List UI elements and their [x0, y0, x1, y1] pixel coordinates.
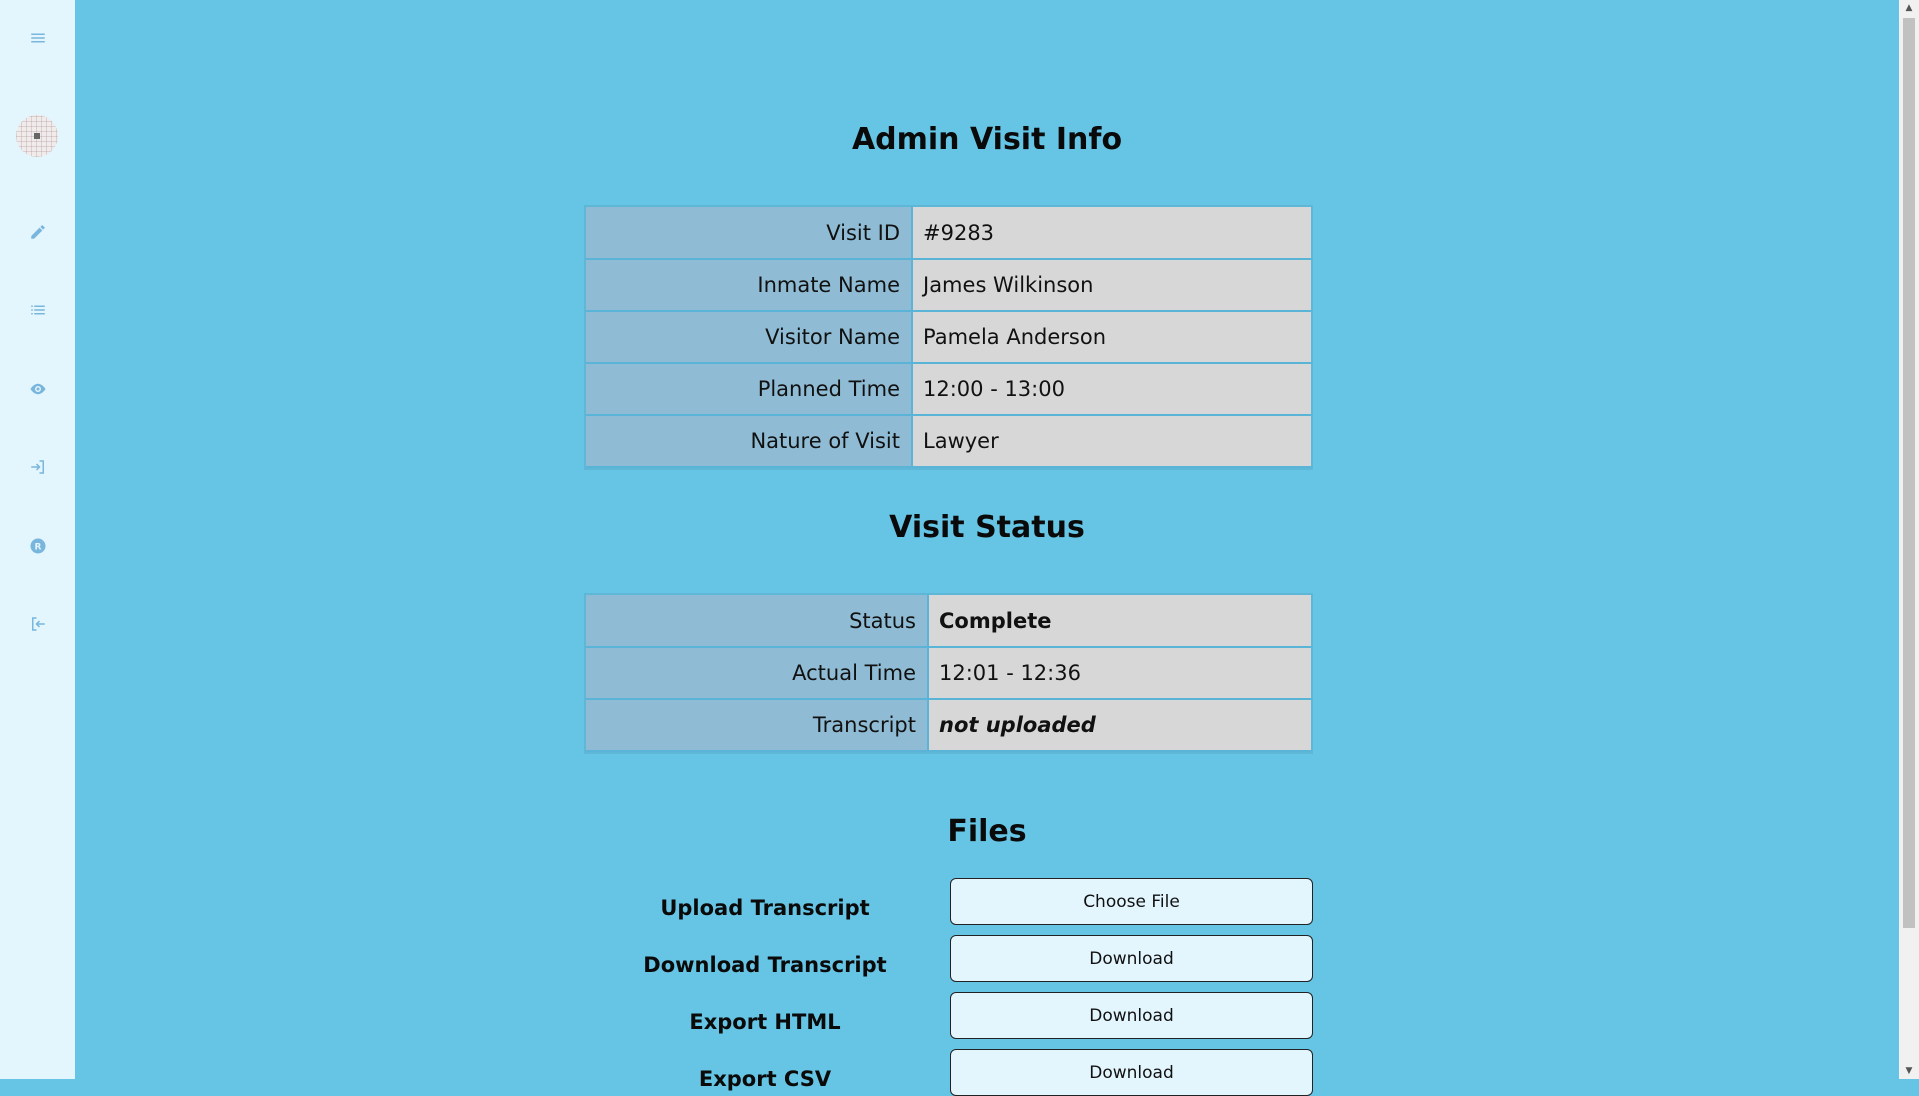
page-title: Admin Visit Info	[851, 122, 1123, 157]
row-label: Planned Time	[586, 363, 912, 416]
table-row: Planned Time 12:00 - 13:00	[586, 363, 1311, 416]
table-row: Visitor Name Pamela Anderson	[586, 311, 1311, 364]
row-value: James Wilkinson	[911, 259, 1311, 312]
row-value: 12:00 - 13:00	[911, 363, 1311, 416]
row-label: Visitor Name	[586, 311, 912, 364]
row-value: #9283	[911, 207, 1311, 260]
upload-transcript-label: Upload Transcript	[660, 896, 870, 920]
r-circle-icon[interactable]: R	[0, 528, 75, 564]
visit-status-table: Status Complete Actual Time 12:01 - 12:3…	[586, 595, 1311, 752]
avatar-mark	[34, 133, 40, 139]
list-icon[interactable]	[0, 292, 75, 328]
visit-info-table: Visit ID #9283 Inmate Name James Wilkins…	[586, 207, 1311, 468]
avatar[interactable]	[16, 115, 58, 157]
logout-icon[interactable]	[0, 606, 75, 642]
table-row: Inmate Name James Wilkinson	[586, 259, 1311, 312]
svg-text:R: R	[34, 542, 41, 552]
row-label: Inmate Name	[586, 259, 912, 312]
scrollbar[interactable]: ▲ ▼	[1899, 0, 1919, 1079]
table-row: Status Complete	[586, 595, 1311, 648]
sidebar: R	[0, 0, 75, 1079]
choose-file-button[interactable]: Choose File	[950, 878, 1313, 925]
section-title-files: Files	[947, 814, 1027, 849]
row-label: Status	[586, 595, 928, 648]
table-row: Actual Time 12:01 - 12:36	[586, 647, 1311, 700]
table-row: Visit ID #9283	[586, 207, 1311, 260]
export-csv-button[interactable]: Download	[950, 1049, 1313, 1096]
section-title-visit-status: Visit Status	[889, 510, 1085, 545]
export-html-label: Export HTML	[689, 1010, 841, 1034]
export-html-button[interactable]: Download	[950, 992, 1313, 1039]
row-value: Pamela Anderson	[911, 311, 1311, 364]
row-label: Visit ID	[586, 207, 912, 260]
edit-icon[interactable]	[0, 214, 75, 250]
row-label: Actual Time	[586, 647, 928, 700]
row-value: 12:01 - 12:36	[927, 647, 1311, 700]
row-label: Nature of Visit	[586, 415, 912, 468]
scroll-up-icon[interactable]: ▲	[1899, 0, 1919, 16]
download-transcript-label: Download Transcript	[643, 953, 887, 977]
table-row: Transcript not uploaded	[586, 699, 1311, 752]
main-content: Admin Visit Info Visit ID #9283 Inmate N…	[75, 0, 1899, 1096]
login-icon[interactable]	[0, 449, 75, 485]
export-csv-label: Export CSV	[698, 1067, 832, 1091]
row-label: Transcript	[586, 699, 928, 752]
row-value: Lawyer	[911, 415, 1311, 468]
scroll-thumb[interactable]	[1903, 18, 1915, 928]
eye-icon[interactable]	[0, 371, 75, 407]
menu-icon[interactable]	[0, 20, 75, 56]
transcript-status: not uploaded	[927, 699, 1311, 752]
download-transcript-button[interactable]: Download	[950, 935, 1313, 982]
scroll-down-icon[interactable]: ▼	[1899, 1063, 1919, 1079]
table-row: Nature of Visit Lawyer	[586, 415, 1311, 468]
status-badge: Complete	[927, 595, 1311, 648]
